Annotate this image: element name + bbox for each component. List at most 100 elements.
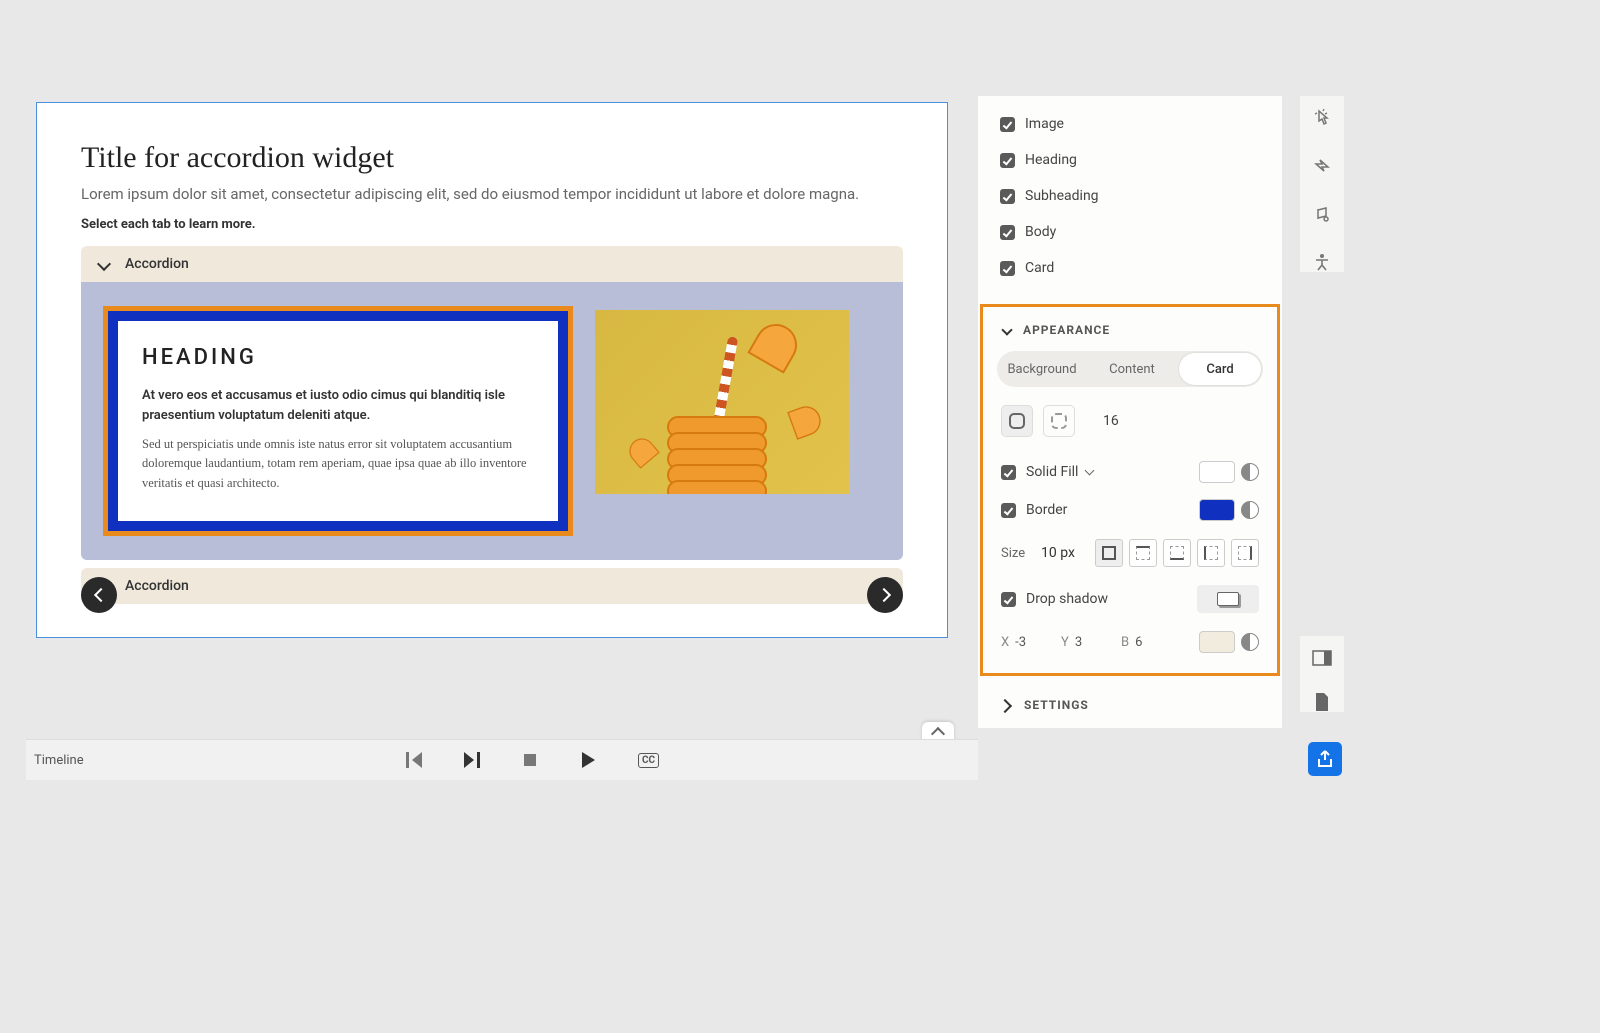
option-label: Subheading bbox=[1025, 188, 1099, 204]
option-card[interactable]: Card bbox=[978, 250, 1282, 286]
border-left-icon bbox=[1204, 546, 1218, 560]
checkbox-checked-icon bbox=[1000, 261, 1015, 276]
accessibility-icon[interactable] bbox=[1312, 252, 1332, 272]
fill-color-swatch[interactable] bbox=[1199, 461, 1235, 483]
border-right-button[interactable] bbox=[1231, 539, 1259, 567]
card-paragraph-2: Sed ut perspiciatis unde omnis iste natu… bbox=[142, 435, 534, 493]
option-image[interactable]: Image bbox=[978, 106, 1282, 142]
size-value[interactable]: 10 px bbox=[1041, 545, 1085, 561]
tab-card[interactable]: Card bbox=[1179, 353, 1261, 385]
chevron-down-icon bbox=[1001, 324, 1013, 336]
shadow-color-swatch[interactable] bbox=[1199, 631, 1235, 653]
shadow-b-value[interactable]: 6 bbox=[1135, 635, 1142, 650]
skip-back-icon[interactable] bbox=[406, 752, 422, 768]
panel-collapse-tab[interactable] bbox=[922, 722, 954, 742]
canvas-stage[interactable]: Title for accordion widget Lorem ipsum d… bbox=[36, 102, 948, 638]
solid-fill-label: Solid Fill bbox=[1026, 464, 1078, 480]
chevron-down-icon bbox=[97, 257, 111, 271]
card-paragraph-1: At vero eos et accusamus et iusto odio c… bbox=[142, 386, 534, 425]
share-icon bbox=[1316, 750, 1334, 768]
checkbox-checked-icon bbox=[1000, 117, 1015, 132]
checkbox-checked-icon[interactable] bbox=[1001, 465, 1016, 480]
corner-rounded-button[interactable] bbox=[1001, 405, 1033, 437]
checkbox-checked-icon[interactable] bbox=[1001, 503, 1016, 518]
properties-panel: Image Heading Subheading Body Card APPEA… bbox=[978, 96, 1282, 728]
corner-radius-value[interactable]: 16 bbox=[1103, 413, 1119, 429]
accordion-label: Accordion bbox=[125, 256, 189, 272]
tab-background[interactable]: Background bbox=[997, 351, 1087, 387]
shadow-y-label: Y bbox=[1061, 635, 1069, 650]
size-label: Size bbox=[1001, 546, 1031, 561]
card-image[interactable] bbox=[595, 310, 849, 494]
opacity-icon[interactable] bbox=[1241, 501, 1259, 519]
option-subheading[interactable]: Subheading bbox=[978, 178, 1282, 214]
share-button[interactable] bbox=[1308, 742, 1342, 776]
shadow-values-row: X -3 Y3 B6 bbox=[997, 621, 1263, 655]
option-heading[interactable]: Heading bbox=[978, 142, 1282, 178]
rounded-square-icon bbox=[1009, 413, 1025, 429]
triggers-icon[interactable] bbox=[1312, 156, 1332, 176]
document-icon[interactable] bbox=[1312, 692, 1332, 712]
prev-button[interactable] bbox=[81, 577, 117, 613]
border-top-button[interactable] bbox=[1129, 539, 1157, 567]
corner-individual-button[interactable] bbox=[1043, 405, 1075, 437]
border-right-icon bbox=[1238, 546, 1252, 560]
checkbox-checked-icon[interactable] bbox=[1001, 592, 1016, 607]
play-icon[interactable] bbox=[580, 752, 596, 768]
opacity-icon[interactable] bbox=[1241, 633, 1259, 651]
border-size-row: Size 10 px bbox=[997, 529, 1263, 577]
interaction-icon[interactable] bbox=[1312, 108, 1332, 128]
shadow-x-value[interactable]: -3 bbox=[1015, 635, 1026, 650]
tool-rail bbox=[1300, 96, 1344, 272]
timeline-bar: Timeline CC bbox=[26, 740, 978, 780]
widget-subtitle: Lorem ipsum dolor sit amet, consectetur … bbox=[81, 185, 903, 203]
corner-radius-row: 16 bbox=[997, 405, 1263, 453]
checkbox-checked-icon bbox=[1000, 153, 1015, 168]
selection-highlight: HEADING At vero eos et accusamus et iust… bbox=[103, 306, 573, 536]
closed-caption-button[interactable]: CC bbox=[638, 753, 659, 768]
border-all-icon bbox=[1102, 546, 1116, 560]
appearance-highlight: APPEARANCE Background Content Card 16 So… bbox=[980, 304, 1280, 676]
skip-forward-icon[interactable] bbox=[464, 752, 480, 768]
border-left-button[interactable] bbox=[1197, 539, 1225, 567]
widget-instruction: Select each tab to learn more. bbox=[81, 217, 903, 232]
chevron-down-icon[interactable] bbox=[1086, 467, 1096, 477]
settings-label: SETTINGS bbox=[1024, 698, 1089, 712]
filmstrip-icon[interactable] bbox=[1312, 648, 1332, 668]
settings-section-header[interactable]: SETTINGS bbox=[978, 680, 1282, 728]
border-top-icon bbox=[1136, 546, 1150, 560]
stop-icon[interactable] bbox=[522, 752, 538, 768]
checkbox-checked-icon bbox=[1000, 225, 1015, 240]
audio-icon[interactable] bbox=[1312, 204, 1332, 224]
shadow-preset-button[interactable] bbox=[1197, 585, 1259, 613]
shadow-y-value[interactable]: 3 bbox=[1075, 635, 1082, 650]
section-label: APPEARANCE bbox=[1023, 323, 1110, 337]
border-label: Border bbox=[1026, 502, 1067, 518]
border-all-button[interactable] bbox=[1095, 539, 1123, 567]
drop-shadow-label: Drop shadow bbox=[1026, 591, 1108, 607]
arrow-right-icon bbox=[876, 588, 890, 602]
accordion-body-1: HEADING At vero eos et accusamus et iust… bbox=[81, 282, 903, 560]
card[interactable]: HEADING At vero eos et accusamus et iust… bbox=[108, 311, 568, 531]
shadow-x-label: X bbox=[1001, 635, 1009, 650]
option-body[interactable]: Body bbox=[978, 214, 1282, 250]
option-label: Image bbox=[1025, 116, 1064, 132]
card-heading: HEADING bbox=[142, 345, 534, 370]
accordion-header-1[interactable]: Accordion bbox=[81, 246, 903, 282]
accordion-header-2[interactable]: Accordion bbox=[81, 568, 903, 604]
appearance-section-header[interactable]: APPEARANCE bbox=[997, 321, 1263, 351]
tool-rail-lower bbox=[1300, 636, 1344, 712]
accordion-label: Accordion bbox=[125, 578, 189, 594]
appearance-tabs: Background Content Card bbox=[997, 351, 1263, 387]
option-label: Heading bbox=[1025, 152, 1077, 168]
option-label: Body bbox=[1025, 224, 1056, 240]
shadow-icon bbox=[1217, 592, 1239, 606]
shadow-b-label: B bbox=[1121, 635, 1129, 650]
next-button[interactable] bbox=[867, 577, 903, 613]
tab-content[interactable]: Content bbox=[1087, 351, 1177, 387]
chevron-right-icon bbox=[998, 698, 1012, 712]
border-bottom-button[interactable] bbox=[1163, 539, 1191, 567]
opacity-icon[interactable] bbox=[1241, 463, 1259, 481]
solid-fill-row: Solid Fill bbox=[997, 453, 1263, 491]
border-color-swatch[interactable] bbox=[1199, 499, 1235, 521]
